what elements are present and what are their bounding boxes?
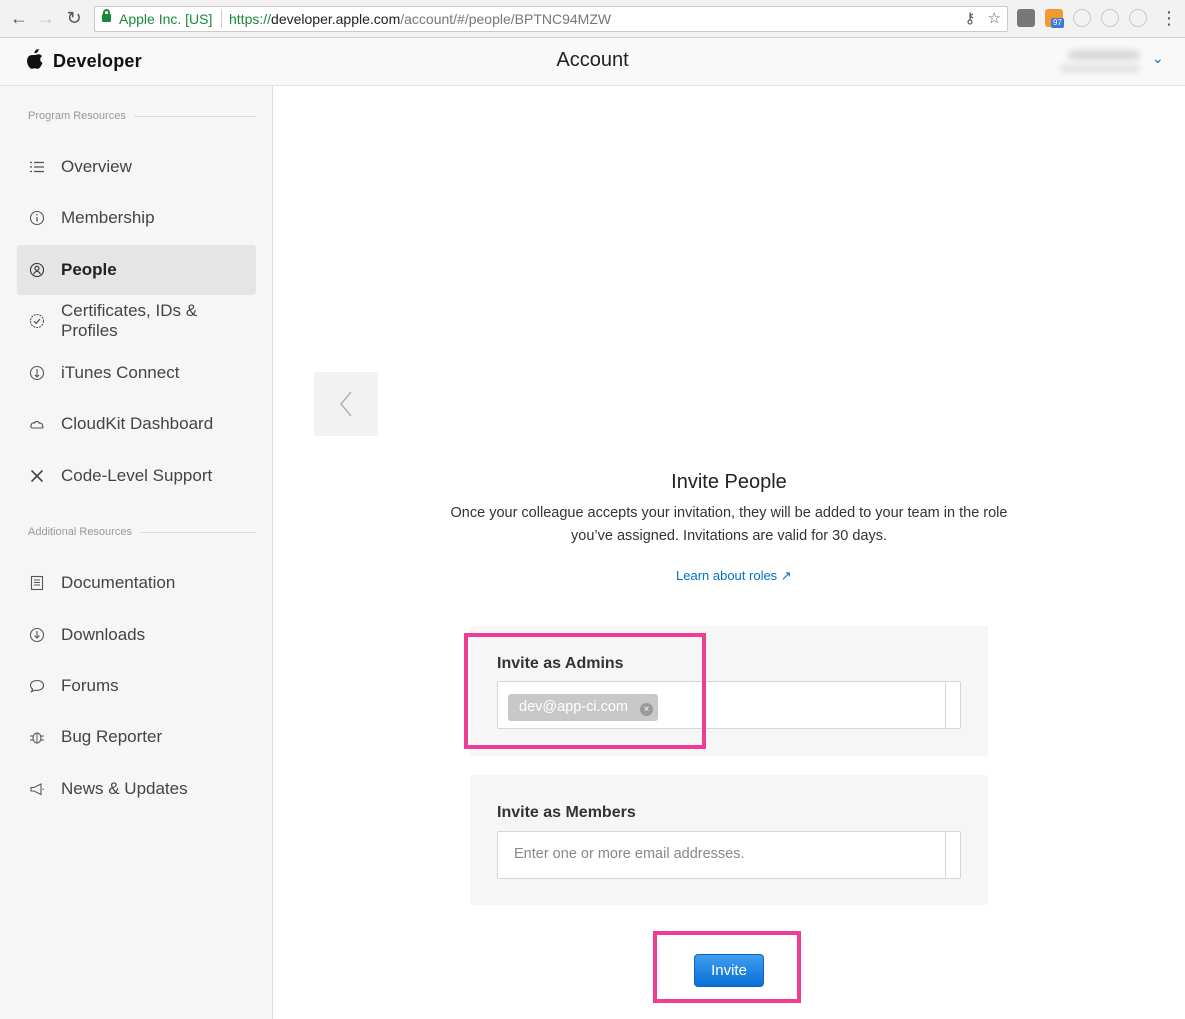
invite-title: Invite People — [671, 471, 787, 493]
extension-window-icon[interactable] — [1129, 9, 1147, 27]
back-arrow-icon[interactable]: ← — [8, 7, 30, 29]
rss-extension-icon[interactable]: 97 — [1045, 9, 1064, 28]
invite-members-panel: Invite as Members Enter one or more emai… — [470, 775, 988, 905]
sidebar-item-cloudkit[interactable]: CloudKit Dashboard — [17, 399, 256, 449]
sidebar-item-certificates[interactable]: Certificates, IDs & Profiles — [17, 296, 256, 346]
field-divider — [945, 682, 946, 728]
page-title: Account — [556, 49, 629, 71]
invite-members-label: Invite as Members — [497, 804, 636, 821]
sidebar-item-label: Certificates, IDs & Profiles — [61, 301, 198, 340]
sidebar-item-label: Membership — [61, 208, 155, 227]
sidebar-item-label: Downloads — [61, 625, 146, 644]
sidebar-item-news-updates[interactable]: News & Updates — [17, 764, 256, 814]
extension-badge: 97 — [1051, 18, 1064, 28]
sidebar-item-label: Code-Level Support — [61, 466, 213, 485]
sidebar-item-overview[interactable]: Overview — [17, 142, 256, 192]
certificate-icon — [29, 313, 45, 329]
extension-chat-icon[interactable] — [1101, 9, 1119, 27]
app-header: Developer Account ⌄ — [0, 38, 1185, 86]
sidebar-item-documentation[interactable]: Documentation — [17, 558, 256, 608]
chevron-left-icon — [340, 391, 352, 417]
url-scheme: https:// — [229, 11, 272, 27]
bookmark-star-icon[interactable]: ☆ — [988, 9, 1001, 27]
url-host: developer.apple.com — [271, 11, 401, 27]
user-account-name[interactable] — [1058, 48, 1142, 74]
back-button[interactable] — [314, 372, 378, 436]
tools-icon — [29, 468, 45, 484]
itunes-icon — [29, 365, 45, 381]
bug-icon — [29, 729, 45, 745]
sidebar-item-itunes-connect[interactable]: iTunes Connect — [17, 348, 256, 398]
forward-arrow-icon[interactable]: → — [35, 7, 57, 29]
sidebar-item-label: Forums — [61, 676, 119, 695]
program-resources-heading: Program Resources — [28, 110, 256, 122]
megaphone-icon — [29, 781, 45, 797]
secure-site-label: Apple Inc. [US] — [119, 11, 213, 27]
speech-bubble-icon — [29, 678, 45, 694]
sidebar-item-forums[interactable]: Forums — [17, 661, 256, 711]
key-icon[interactable]: ⚷ — [965, 9, 976, 27]
address-bar[interactable]: Apple Inc. [US] https://developer.apple.… — [94, 6, 1008, 32]
url-text[interactable]: https://developer.apple.com/account/#/pe… — [229, 11, 611, 27]
sidebar-item-label: iTunes Connect — [61, 363, 180, 382]
invite-highlight-box — [653, 931, 801, 1003]
url-path: /account/#/people/BPTNC94MZW — [400, 11, 612, 27]
sidebar-item-label: Overview — [61, 157, 132, 176]
reload-icon[interactable]: ↻ — [63, 7, 85, 29]
invite-description: Once your colleague accepts your invitat… — [450, 505, 1008, 544]
sidebar-item-bug-reporter[interactable]: Bug Reporter — [17, 712, 256, 762]
sidebar-item-code-level-support[interactable]: Code-Level Support — [17, 451, 256, 501]
list-icon — [29, 159, 45, 175]
sidebar-item-label: People — [61, 260, 117, 279]
sidebar: Program Resources Overview Membership Pe… — [0, 86, 273, 1019]
sidebar-item-label: Bug Reporter — [61, 727, 163, 746]
sidebar-item-label: CloudKit Dashboard — [61, 414, 214, 433]
cloud-icon — [29, 416, 45, 432]
browser-toolbar: ← → ↻ Apple Inc. [US] https://developer.… — [0, 0, 1185, 38]
sidebar-item-membership[interactable]: Membership — [17, 193, 256, 243]
sidebar-item-people[interactable]: People — [17, 245, 256, 295]
chevron-down-icon[interactable]: ⌄ — [1152, 50, 1164, 67]
people-icon — [29, 262, 45, 278]
info-icon — [29, 210, 45, 226]
additional-resources-heading: Additional Resources — [28, 526, 256, 538]
browser-menu-icon[interactable]: ⋮ — [1160, 6, 1178, 30]
extension-circle-icon[interactable] — [1073, 9, 1091, 27]
sidebar-item-label: Documentation — [61, 573, 176, 592]
member-email-placeholder: Enter one or more email addresses. — [514, 846, 745, 862]
field-divider — [945, 832, 946, 878]
member-email-field[interactable]: Enter one or more email addresses. — [497, 831, 961, 879]
lock-icon — [102, 9, 111, 22]
learn-about-roles-link[interactable]: Learn about roles ↗ — [676, 568, 792, 584]
document-icon — [29, 575, 45, 591]
download-icon — [29, 627, 45, 643]
admin-highlight-box — [464, 633, 706, 749]
sidebar-item-label: News & Updates — [61, 779, 188, 798]
sidebar-item-downloads[interactable]: Downloads — [17, 610, 256, 660]
address-divider — [221, 10, 222, 28]
extension-icon[interactable] — [1017, 9, 1035, 27]
